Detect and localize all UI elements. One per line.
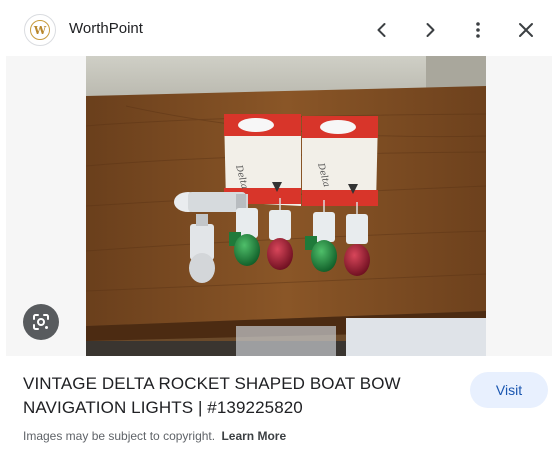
copyright-notice: Images may be subject to copyright. Lear… <box>23 429 286 443</box>
site-logo[interactable]: W <box>24 14 56 46</box>
product-photo[interactable]: Delta Delta <box>86 56 486 356</box>
visit-button[interactable]: Visit <box>470 372 548 408</box>
logo-letter: W <box>33 23 47 37</box>
site-name[interactable]: WorthPoint <box>69 20 143 37</box>
google-lens-icon <box>33 314 49 330</box>
chevron-right-icon <box>426 23 435 37</box>
result-title[interactable]: VINTAGE DELTA ROCKET SHAPED BOAT BOW NAV… <box>23 372 443 420</box>
more-vert-icon <box>476 22 480 38</box>
previous-button[interactable] <box>366 14 398 46</box>
chevron-left-icon <box>377 23 386 37</box>
copyright-text: Images may be subject to copyright. <box>23 429 216 443</box>
close-icon <box>519 23 533 37</box>
lens-search-button[interactable] <box>23 304 59 340</box>
more-options-button[interactable] <box>462 14 494 46</box>
image-area: Delta Delta <box>6 56 552 356</box>
image-preview-panel: W WorthPoint Delta Delta VINTAGE DELTA R… <box>0 0 552 452</box>
preview-header: W WorthPoint <box>0 0 552 58</box>
next-button[interactable] <box>414 14 446 46</box>
close-button[interactable] <box>510 14 542 46</box>
product-photo-illustration: Delta Delta <box>86 56 486 356</box>
worthpoint-logo-icon: W <box>30 20 50 40</box>
learn-more-link[interactable]: Learn More <box>221 429 286 443</box>
